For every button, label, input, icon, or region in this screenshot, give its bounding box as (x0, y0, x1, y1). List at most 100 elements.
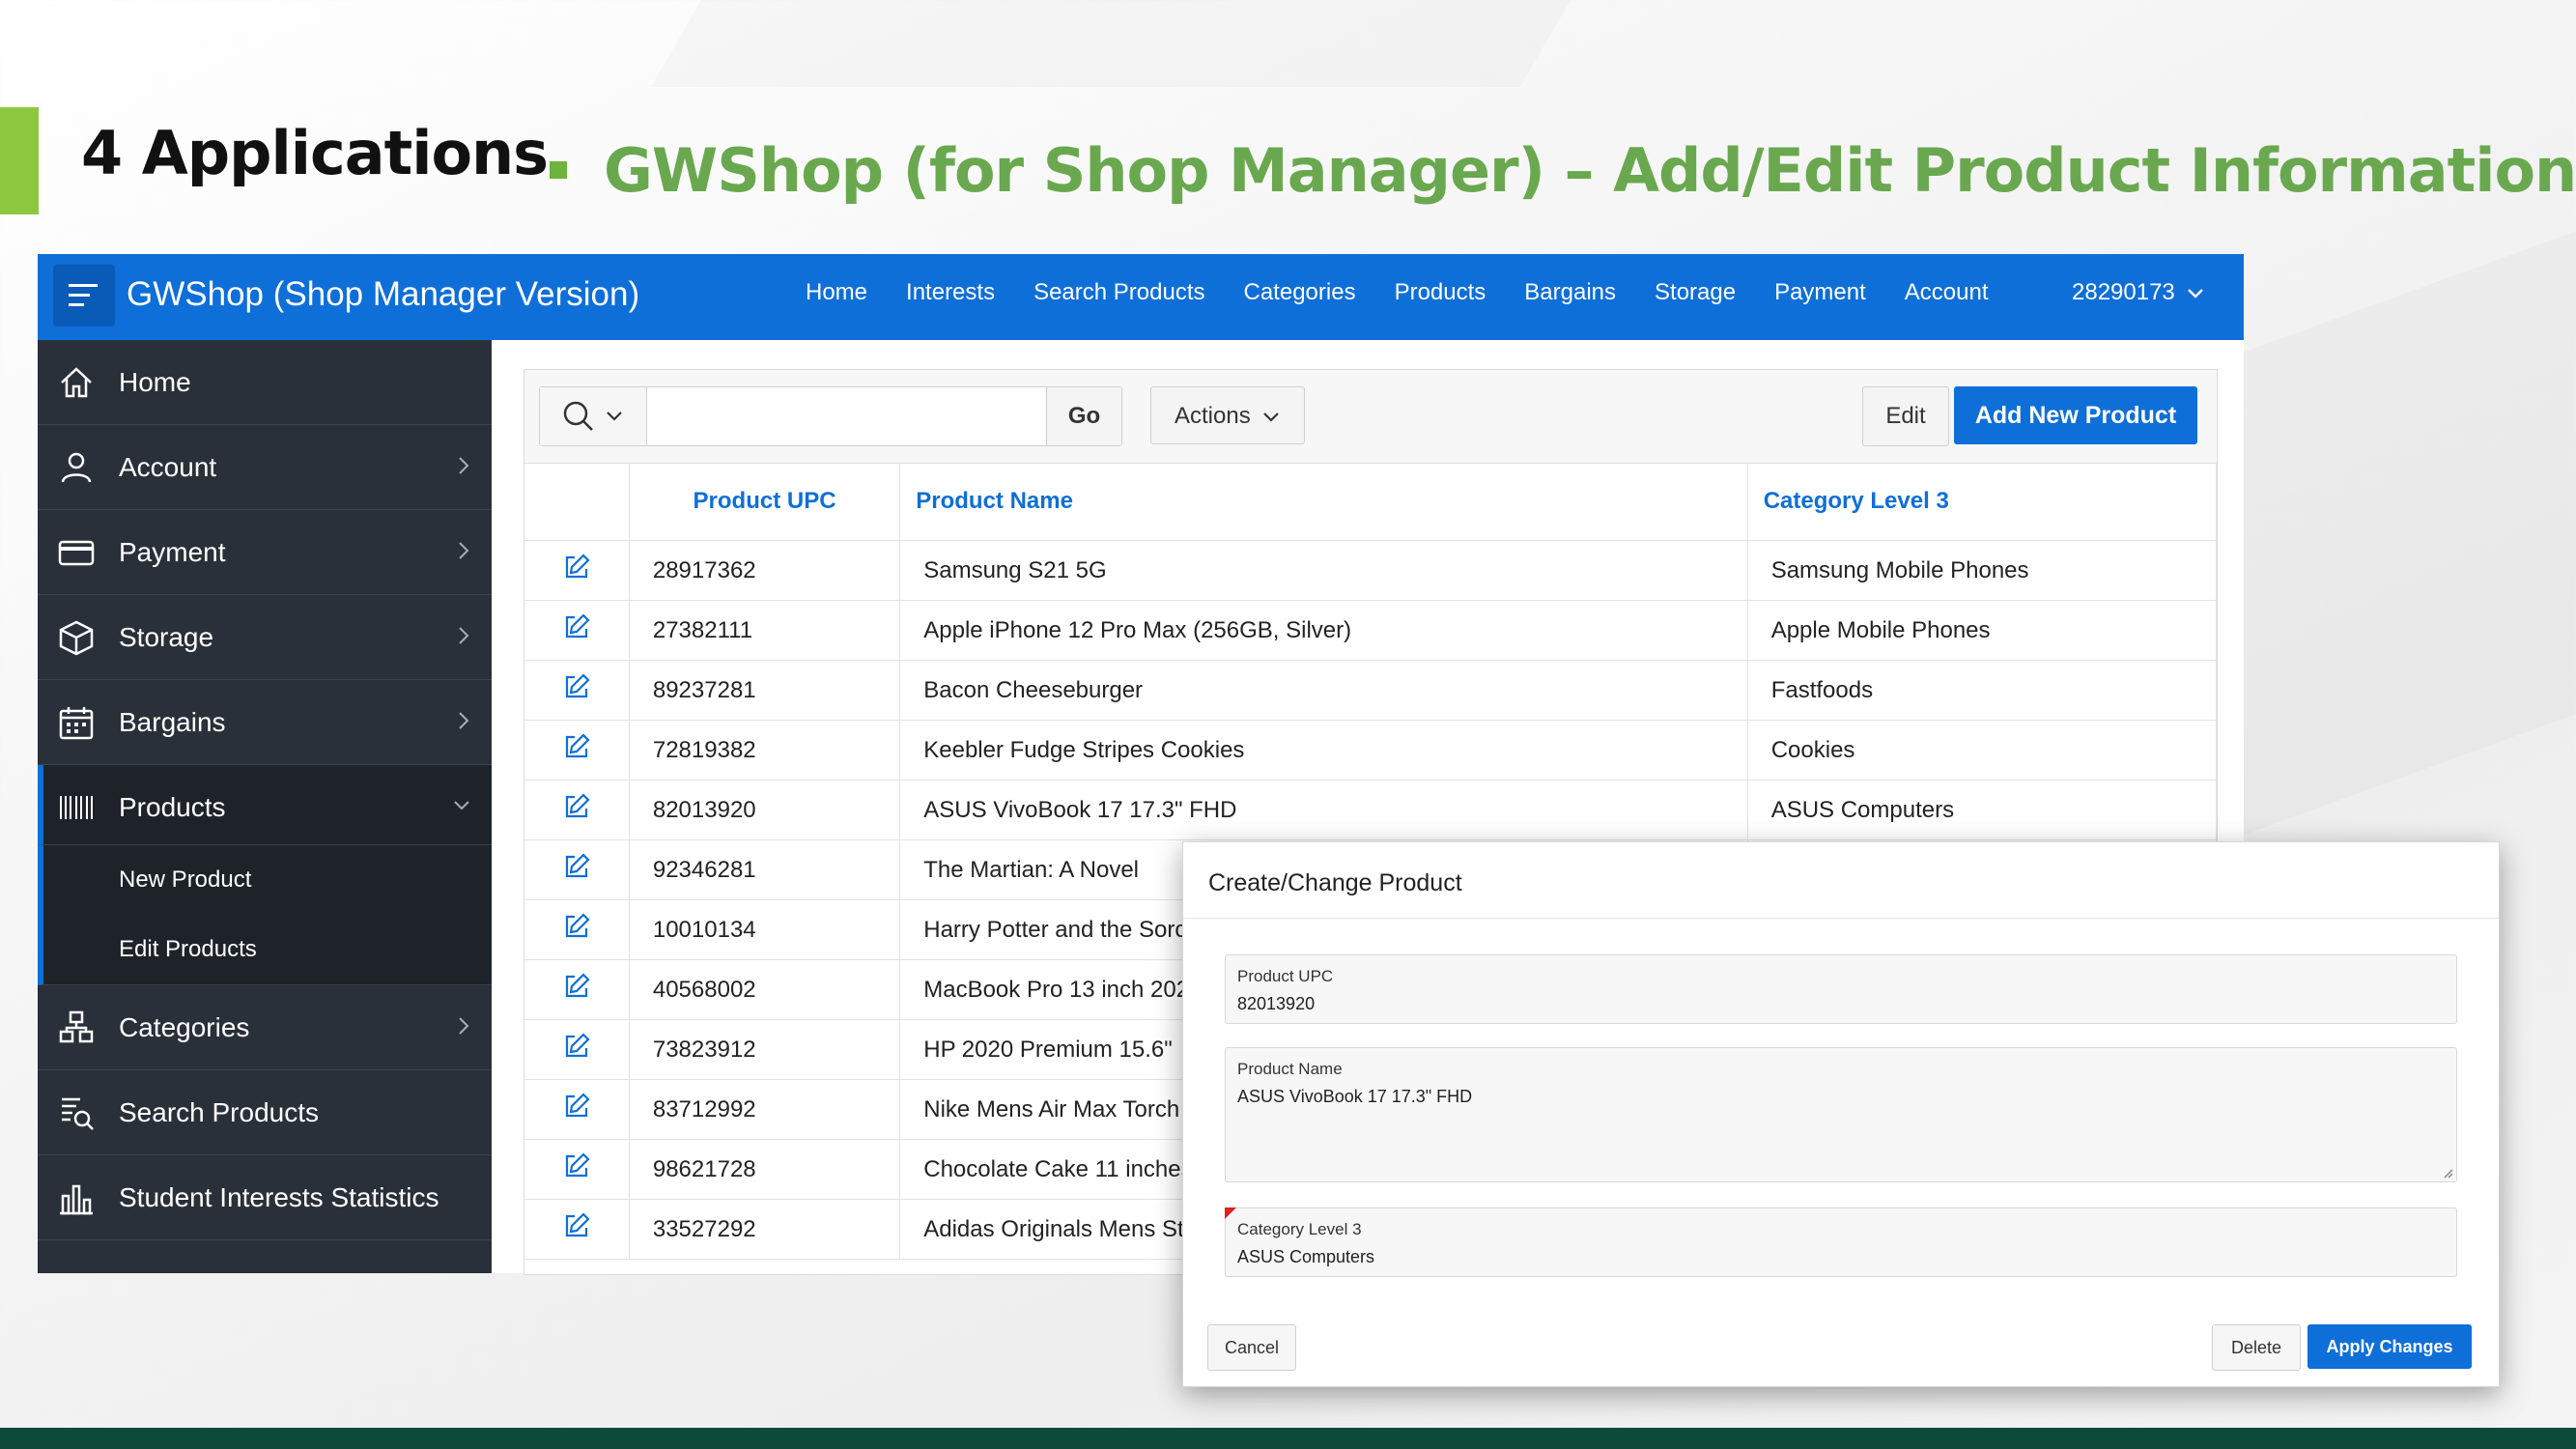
edit-pencil-icon (565, 554, 590, 579)
actions-menu-button[interactable]: Actions (1150, 386, 1305, 444)
chevron-down-icon (454, 801, 469, 810)
sidebar-item-label: Account (119, 452, 217, 482)
edit-row-button[interactable] (524, 1139, 630, 1200)
column-header-product-upc[interactable]: Product UPC (629, 463, 901, 541)
edit-row-button[interactable] (524, 600, 630, 661)
sidebar-item-home[interactable]: Home (38, 340, 492, 425)
product-upc-input[interactable]: 82013920 (1237, 994, 1315, 1014)
edit-row-button[interactable] (524, 660, 630, 721)
sidebar-item-label: Categories (119, 1012, 250, 1042)
slide-title: 4 Applications (81, 118, 549, 188)
edit-row-button[interactable] (524, 1019, 630, 1080)
field-label: Category Level 3 (1237, 1220, 1362, 1238)
products-submenu: New Product Edit Products (38, 845, 492, 985)
apply-changes-button[interactable]: Apply Changes (2307, 1324, 2472, 1369)
cell-product-upc: 83712992 (629, 1079, 901, 1140)
sidebar-item-search-products[interactable]: Search Products (38, 1070, 492, 1155)
user-menu[interactable]: 28290173 (2072, 279, 2204, 306)
topnav-payment[interactable]: Payment (1774, 279, 1866, 306)
hierarchy-icon (59, 1010, 94, 1043)
product-upc-field[interactable]: Product UPC 82013920 (1225, 954, 2457, 1024)
search-input[interactable] (646, 387, 1046, 445)
category-level-3-field[interactable]: Category Level 3 ASUS Computers (1225, 1208, 2457, 1277)
table-row: 89237281 Bacon Cheeseburger Fastfoods (524, 660, 2218, 721)
cell-product-name: Keebler Fudge Stripes Cookies (899, 720, 1748, 781)
topnav-products[interactable]: Products (1395, 279, 1486, 306)
edit-pencil-icon (565, 853, 590, 878)
sidebar-item-storage[interactable]: Storage (38, 595, 492, 680)
cell-product-name: Samsung S21 5G (899, 540, 1748, 601)
edit-row-button[interactable] (524, 1079, 630, 1140)
sidebar-item-payment[interactable]: Payment (38, 510, 492, 595)
column-header-product-name[interactable]: Product Name (899, 463, 1748, 541)
chevron-down-icon (1263, 412, 1280, 422)
topnav-storage[interactable]: Storage (1655, 279, 1736, 306)
topnav-home[interactable]: Home (806, 279, 867, 306)
product-name-textarea[interactable]: ASUS VivoBook 17 17.3" FHD (1237, 1087, 1472, 1107)
cell-product-name: Apple iPhone 12 Pro Max (256GB, Silver) (899, 600, 1748, 661)
title-accent-bar (0, 107, 39, 214)
bar-chart-icon (60, 1184, 93, 1215)
category-level-3-input[interactable]: ASUS Computers (1237, 1247, 1374, 1267)
cell-category-level-3: Cookies (1747, 720, 2218, 781)
edit-row-button[interactable] (524, 899, 630, 960)
edit-row-button[interactable] (524, 839, 630, 900)
cell-category-level-3: Fastfoods (1747, 660, 2218, 721)
search-column-button[interactable] (540, 387, 647, 445)
sidebar-item-products[interactable]: Products (38, 765, 492, 845)
delete-button[interactable]: Delete (2212, 1324, 2301, 1371)
cell-product-upc: 10010134 (629, 899, 901, 960)
sidebar-item-bargains[interactable]: Bargains (38, 680, 492, 765)
edit-row-button[interactable] (524, 540, 630, 601)
search-icon (563, 401, 593, 431)
topnav-search-products[interactable]: Search Products (1033, 279, 1204, 306)
edit-row-button[interactable] (524, 1199, 630, 1260)
create-change-product-dialog: Create/Change Product Product UPC 820139… (1182, 841, 2500, 1387)
topnav-bargains[interactable]: Bargains (1524, 279, 1616, 306)
cancel-button[interactable]: Cancel (1207, 1324, 1296, 1371)
edit-button[interactable]: Edit (1862, 386, 1949, 446)
cell-product-upc: 73823912 (629, 1019, 901, 1080)
edit-pencil-icon (565, 793, 590, 818)
sidebar-item-categories[interactable]: Categories (38, 985, 492, 1070)
user-id: 28290173 (2072, 279, 2175, 305)
home-icon (61, 367, 92, 398)
edit-pencil-icon (565, 613, 590, 639)
sidebar-item-label: Storage (119, 622, 214, 652)
field-label: Product UPC (1237, 967, 1334, 985)
footer-band (0, 1428, 2576, 1449)
sidebar-item-label: Bargains (119, 707, 226, 737)
product-name-field[interactable]: Product Name ASUS VivoBook 17 17.3" FHD (1225, 1047, 2457, 1182)
divider (1183, 918, 2499, 919)
edit-pencil-icon (565, 733, 590, 758)
topnav-categories[interactable]: Categories (1244, 279, 1356, 306)
chevron-right-icon (459, 457, 469, 474)
topnav-account[interactable]: Account (1905, 279, 1989, 306)
table-row: 72819382 Keebler Fudge Stripes Cookies Coo… (524, 720, 2218, 781)
table-row: 82013920 ASUS VivoBook 17 17.3" FHD ASUS C… (524, 780, 2218, 840)
column-header-category-level-3[interactable]: Category Level 3 (1747, 463, 2218, 541)
cell-category-level-3: Apple Mobile Phones (1747, 600, 2218, 661)
edit-row-button[interactable] (524, 780, 630, 840)
edit-column-header (524, 463, 630, 541)
chevron-down-icon (607, 412, 622, 421)
top-nav-links: Home Interests Search Products Categorie… (806, 279, 2027, 306)
go-button[interactable]: Go (1046, 387, 1121, 445)
resize-handle-icon[interactable] (2441, 1166, 2454, 1179)
topnav-interests[interactable]: Interests (906, 279, 995, 306)
edit-row-button[interactable] (524, 720, 630, 781)
box-icon (59, 620, 94, 656)
sidebar-item-account[interactable]: Account (38, 425, 492, 510)
cell-product-name: ASUS VivoBook 17 17.3" FHD (899, 780, 1748, 840)
menu-toggle-button[interactable] (53, 265, 115, 327)
cell-product-upc: 98621728 (629, 1139, 901, 1200)
edit-pencil-icon (565, 673, 590, 698)
sidebar-item-new-product[interactable]: New Product (43, 845, 492, 915)
edit-row-button[interactable] (524, 959, 630, 1020)
table-row: 27382111 Apple iPhone 12 Pro Max (256GB, … (524, 600, 2218, 661)
sidebar-item-student-interests-statistics[interactable]: Student Interests Statistics (38, 1155, 492, 1240)
add-new-product-button[interactable]: Add New Product (1954, 386, 2197, 444)
cell-product-upc: 28917362 (629, 540, 901, 601)
sidebar-item-edit-products[interactable]: Edit Products (43, 915, 492, 984)
chevron-right-icon (459, 1017, 469, 1035)
